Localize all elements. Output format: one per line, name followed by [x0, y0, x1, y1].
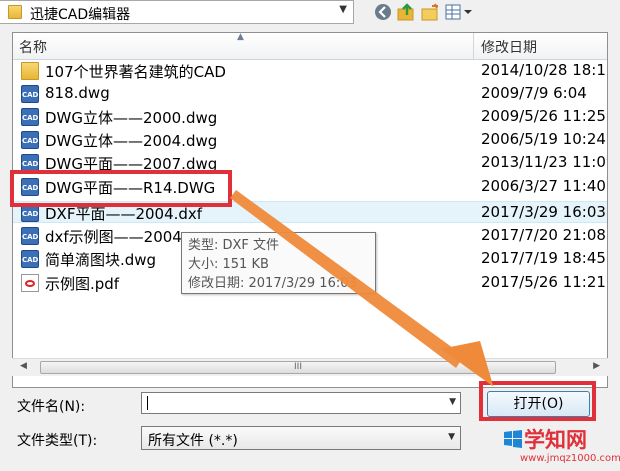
new-folder-icon[interactable]	[420, 2, 440, 22]
tooltip-type: 类型: DXF 文件	[188, 238, 280, 253]
list-item[interactable]: CAD 818.dwg 2009/7/9 6:04	[13, 83, 607, 105]
look-in-value: 迅捷CAD编辑器	[30, 7, 131, 23]
chevron-down-icon[interactable]: ▼	[449, 397, 456, 407]
up-folder-icon[interactable]	[396, 2, 416, 22]
file-name: 示例图.pdf	[45, 275, 120, 293]
cad-file-icon: CAD	[21, 131, 39, 149]
filetype-value: 所有文件 (*.*)	[148, 433, 238, 449]
pdf-file-icon	[21, 274, 39, 292]
file-date: 2009/7/9 6:04	[481, 84, 587, 102]
scrollbar-grip: III	[294, 362, 302, 372]
watermark-brand: 学知网	[524, 428, 587, 452]
cad-file-icon: CAD	[21, 108, 39, 126]
cad-file-icon: CAD	[21, 85, 39, 103]
windows-logo-icon	[504, 430, 522, 448]
file-tooltip: 类型: DXF 文件 大小: 151 KB 修改日期: 2017/3/29 16…	[181, 232, 376, 294]
scroll-left-icon[interactable]: ◀	[20, 361, 27, 371]
file-name: 107个世界著名建筑的CAD	[45, 63, 226, 81]
list-item[interactable]: CAD DWG立体——2000.dwg 2009/5/26 11:25	[13, 106, 607, 128]
file-date: 2009/5/26 11:25	[481, 107, 606, 125]
back-icon[interactable]	[373, 2, 393, 22]
file-date: 2006/5/19 10:24	[481, 130, 606, 148]
file-date: 2017/7/19 18:45	[481, 249, 606, 267]
file-name: dxf示例图——2004.	[45, 228, 187, 246]
scroll-right-icon[interactable]: ▶	[593, 361, 600, 371]
file-date: 2017/3/29 16:03	[481, 203, 606, 221]
list-item[interactable]: 107个世界著名建筑的CAD 2014/10/28 18:15	[13, 60, 607, 82]
file-date: 2014/10/28 18:15	[481, 61, 608, 79]
cad-file-icon: CAD	[21, 227, 39, 245]
watermark-url: www.jmqz1000.com	[520, 453, 620, 464]
scrollbar-thumb[interactable]: III	[40, 361, 556, 374]
file-list[interactable]: ▲ 名称 修改日期 107个世界著名建筑的CAD 2014/10/28 18:1…	[12, 32, 608, 388]
file-name: DWG立体——2004.dwg	[45, 132, 218, 150]
tooltip-modified: 修改日期: 2017/3/29 16:03	[188, 276, 357, 291]
file-name: 简单滴图块.dwg	[45, 251, 157, 269]
column-divider[interactable]	[473, 33, 474, 59]
column-date[interactable]: 修改日期	[481, 37, 537, 57]
watermark: 学知网 www.jmqz1000.com	[498, 422, 620, 471]
highlight-box-open	[479, 381, 596, 421]
toolbar: 迅捷CAD编辑器 ▼	[0, 0, 620, 28]
file-date: 2017/5/26 11:21	[481, 273, 606, 291]
sort-arrow-icon: ▲	[237, 32, 244, 42]
view-menu-icon[interactable]	[444, 2, 474, 22]
column-name[interactable]: 名称	[19, 37, 47, 57]
horizontal-scrollbar[interactable]: ◀ III ▶	[12, 358, 608, 376]
filetype-select[interactable]: 所有文件 (*.*) ▼	[141, 426, 461, 450]
filename-label: 文件名(N):	[17, 399, 86, 415]
filename-input[interactable]: ▼	[141, 392, 461, 414]
chevron-down-icon[interactable]: ▼	[339, 4, 347, 15]
file-name: DWG立体——2000.dwg	[45, 109, 218, 127]
list-header: ▲ 名称 修改日期	[13, 33, 607, 60]
highlight-box-file	[10, 170, 232, 207]
file-date: 2017/7/20 21:08	[481, 226, 606, 244]
text-caret	[147, 396, 148, 410]
list-item[interactable]: CAD DWG立体——2004.dwg 2006/5/19 10:24	[13, 129, 607, 151]
filetype-label: 文件类型(T):	[17, 433, 98, 449]
file-name: 818.dwg	[45, 84, 110, 102]
look-in-dropdown[interactable]: 迅捷CAD编辑器 ▼	[0, 0, 354, 24]
file-date: 2013/11/23 11:09	[481, 153, 608, 171]
tooltip-size: 大小: 151 KB	[188, 257, 269, 272]
cad-file-icon: CAD	[21, 250, 39, 268]
folder-icon	[21, 62, 39, 80]
chevron-down-icon[interactable]: ▼	[448, 432, 455, 442]
folder-icon	[8, 5, 22, 19]
file-date: 2006/3/27 11:40	[481, 177, 606, 195]
